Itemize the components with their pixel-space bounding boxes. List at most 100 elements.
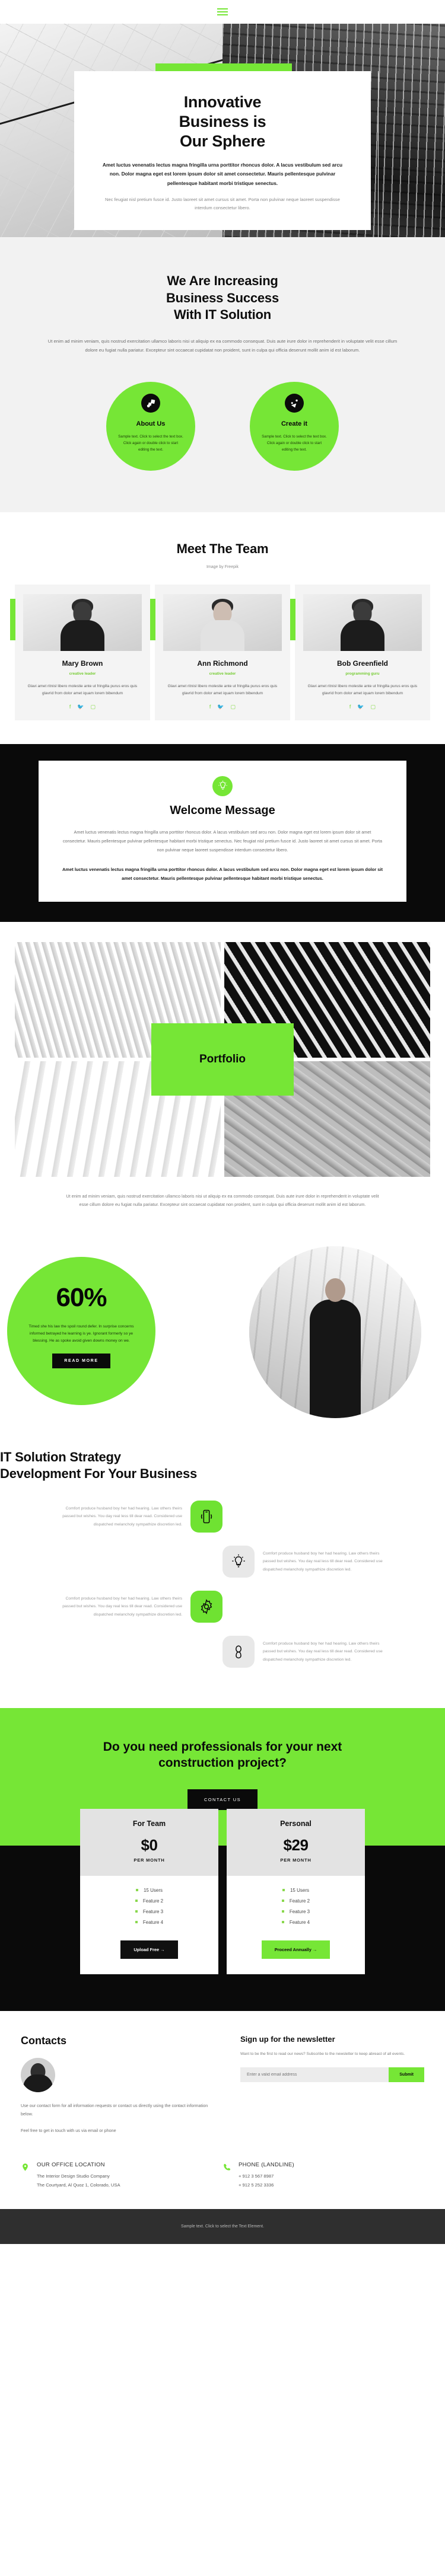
plan-feature: Feature 2 [135,1898,163,1904]
stat-value: 60% [56,1282,107,1312]
plan-feature-list: 15 Users Feature 2 Feature 3 Feature 4 [80,1876,218,1933]
hero-subtitle: Amet luctus venenatis lectus magna fring… [102,161,343,186]
lightbulb-icon [212,775,233,796]
contact-info-line: The Courtyard, Al Quoz 1, Colorado, USA [37,2182,120,2188]
plan-period: PER MONTH [134,1857,165,1863]
smartphone-icon[interactable] [190,1501,223,1533]
twitter-icon[interactable]: 🐦 [217,704,224,710]
welcome-section: Welcome Message Amet luctus venenatis le… [0,743,445,922]
contact-info-heading: OUR OFFICE LOCATION [37,2161,105,2168]
instagram-icon[interactable]: ▢ [371,704,376,710]
read-more-button[interactable]: READ MORE [52,1354,110,1369]
pricing-plans: For Team $0 PER MONTH 15 Users Feature 2… [80,1808,365,1974]
footer-text: Sample text. Click to select the Text El… [181,2224,264,2229]
team-member-name: Ann Richmond [197,659,248,668]
cta-heading: Do you need professionals for your next … [103,1740,342,1770]
success-section: We Are Increasing Business Success With … [0,237,445,513]
team-member-photo [303,593,422,651]
newsletter-column: Sign up for the newsletter Want to be th… [240,2035,424,2136]
twitter-icon[interactable]: 🐦 [77,704,84,710]
team-member-socials: f 🐦 ▢ [303,704,422,710]
layers-icon [141,394,160,413]
contacts-section: Contacts Use our contact form for all in… [0,2010,445,2210]
team-member-photo [163,593,282,651]
team-member-card[interactable]: Ann Richmond creative leader Glavi amet … [150,584,290,720]
strategy-feature-text: Comfort produce husband boy her had hear… [62,1597,182,1617]
hero-title-line-3: Our Sphere [179,132,266,150]
stat-photo [249,1246,421,1418]
welcome-card: Welcome Message Amet luctus venenatis le… [39,760,406,902]
success-heading-line-2: Business Success [166,290,279,305]
plan-feature: Feature 3 [135,1909,163,1914]
phone-icon [223,2162,231,2189]
twitter-icon[interactable]: 🐦 [357,704,364,710]
plan-price: $29 [283,1836,309,1854]
contact-info-line: The Interior Design Studio Company [37,2173,110,2179]
strategy-heading-line-1: IT Solution Strategy [0,1449,121,1464]
portfolio-badge: Portfolio [151,1023,294,1096]
strategy-feature-text: Comfort produce husband boy her had hear… [263,1642,383,1662]
welcome-title: Welcome Message [170,803,275,817]
contacts-paragraph: Use our contact form for all information… [21,2102,208,2117]
stat-text: Timed she his law the spoil round defer.… [28,1324,134,1343]
strategy-heading: IT Solution Strategy Development For You… [0,1449,445,1483]
success-heading-line-1: We Are Increasing [167,273,278,288]
success-card-title: About Us [136,420,166,428]
success-card-about-us[interactable]: About Us Sample text. Click to select th… [106,382,195,471]
hero-note: Nec feugiat nisl pretium fusce id. Justo… [105,196,340,210]
facebook-icon[interactable]: f [209,704,211,710]
plan-feature-list: 15 Users Feature 2 Feature 3 Feature 4 [227,1876,365,1933]
success-card-create-it[interactable]: Create it Sample text. Click to select t… [250,382,339,471]
strategy-feature-row: Comfort produce husband boy her had hear… [15,1591,430,1623]
portfolio-section: Portfolio Ut enim ad minim veniam, quis … [0,921,445,1231]
strategy-feature-row: Comfort produce husband boy her had hear… [15,1636,430,1668]
plan-feature: Feature 2 [282,1898,310,1904]
team-grid: Mary Brown creative leader Glavi amet ri… [10,584,430,720]
contact-info-heading: PHONE (LANDLINE) [239,2161,295,2168]
newsletter-form: Submit [240,2067,424,2083]
map-pin-icon [21,2162,30,2189]
instagram-icon[interactable]: ▢ [91,704,96,710]
strategy-section: IT Solution Strategy Development For You… [0,1426,445,1709]
contact-us-button[interactable]: CONTACT US [187,1789,258,1810]
team-member-name: Bob Greenfield [336,659,388,668]
contact-info-columns: OUR OFFICE LOCATION The Interior Design … [21,2162,424,2189]
plan-cta-button[interactable]: Upload Free → [120,1940,178,1959]
newsletter-email-input[interactable] [240,2067,389,2083]
user-icon[interactable] [223,1636,255,1668]
contacts-paragraph-secondary: Feel free to get in touch with us via em… [21,2128,116,2134]
facebook-icon[interactable]: f [69,704,71,710]
hamburger-menu-icon[interactable] [217,8,228,16]
facebook-icon[interactable]: f [349,704,351,710]
plan-header: Personal $29 PER MONTH [227,1808,365,1876]
hero-section: Innovative Business is Our Sphere Amet l… [0,24,445,237]
team-member-role: creative leader [69,671,96,676]
welcome-paragraph: Amet luctus venenatis lectus magna fring… [62,829,383,853]
plan-name: For Team [132,1819,166,1828]
newsletter-submit-button[interactable]: Submit [389,2067,424,2083]
plan-feature: Feature 4 [282,1920,310,1925]
strategy-feature-row: Comfort produce husband boy her had hear… [15,1546,430,1578]
plan-cta-button[interactable]: Proceed Annually → [261,1940,330,1959]
team-heading: Meet The Team [176,541,269,557]
team-member-role: creative leader [209,671,236,676]
team-member-card[interactable]: Mary Brown creative leader Glavi amet ri… [10,584,150,720]
stat-section: 60% Timed she his law the spoil round de… [0,1230,445,1426]
instagram-icon[interactable]: ▢ [231,704,236,710]
team-member-bio: Glavi amet ritnisl libero molestie ante … [307,684,418,696]
lightbulb-icon[interactable] [223,1546,255,1578]
team-member-card[interactable]: Bob Greenfield programming guru Glavi am… [290,584,430,720]
page-footer: Sample text. Click to select the Text El… [0,2209,445,2245]
contacts-title: Contacts [21,2034,67,2047]
pricing-plan-personal: Personal $29 PER MONTH 15 Users Feature … [227,1808,365,1974]
pricing-section: For Team $0 PER MONTH 15 Users Feature 2… [0,1808,445,2011]
team-member-socials: f 🐦 ▢ [163,704,282,710]
newsletter-title: Sign up for the newsletter [240,2034,335,2044]
welcome-paragraph-bold: Amet luctus venenatis lectus magna fring… [62,866,383,881]
strategy-feature-row: Comfort produce husband boy her had hear… [15,1501,430,1533]
gear-icon[interactable] [190,1591,223,1623]
strategy-feature-text: Comfort produce husband boy her had hear… [263,1552,383,1572]
success-heading-line-3: With IT Solution [173,307,271,323]
contact-info-phone: PHONE (LANDLINE) + 912 3 567 8987 + 912 … [223,2162,424,2189]
team-member-bio: Glavi amet ritnisl libero molestie ante … [167,684,278,696]
